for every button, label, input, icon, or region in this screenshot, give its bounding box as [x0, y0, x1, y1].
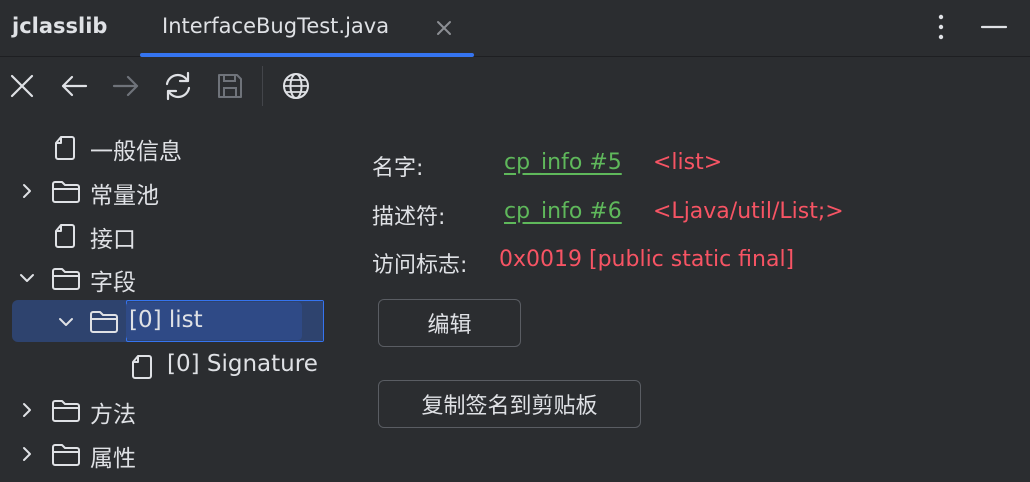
- chevron-down-icon[interactable]: [57, 313, 75, 331]
- save-icon[interactable]: [214, 70, 246, 102]
- tab-label: InterfaceBugTest.java: [162, 14, 390, 38]
- tree-item-label: [0] list: [129, 307, 203, 333]
- tree-item-constant-pool[interactable]: 常量池: [0, 171, 330, 211]
- name-value: <list>: [653, 150, 723, 175]
- tab-active-indicator: [140, 53, 474, 57]
- tree-item-label: 字段: [90, 270, 136, 296]
- folder-icon: [52, 181, 80, 203]
- tree-item-fields[interactable]: 字段: [0, 258, 330, 298]
- minimize-icon[interactable]: [980, 16, 1008, 38]
- chevron-right-icon[interactable]: [18, 401, 36, 419]
- chevron-down-icon[interactable]: [18, 269, 36, 287]
- access-flags-label: 访问标志:: [372, 253, 468, 278]
- tree-item-label: 属性: [90, 446, 136, 472]
- copy-signature-button[interactable]: 复制签名到剪贴板: [378, 380, 641, 428]
- folder-icon: [52, 444, 80, 466]
- folder-icon: [90, 311, 118, 333]
- folder-icon: [52, 268, 80, 290]
- tree-item-interfaces[interactable]: 接口: [0, 215, 330, 255]
- file-icon: [132, 355, 152, 379]
- title-bar: jclasslib InterfaceBugTest.java: [0, 0, 1030, 57]
- jclasslib-window: jclasslib InterfaceBugTest.java 一般信息 常量池…: [0, 0, 1030, 482]
- tree-item-attributes[interactable]: 属性: [0, 434, 330, 474]
- back-arrow-icon[interactable]: [58, 70, 90, 102]
- tree-item-label: 接口: [90, 227, 136, 253]
- tree-item-field-list[interactable]: [0] list: [0, 302, 330, 342]
- toolbar-separator: [262, 66, 263, 106]
- file-icon: [55, 136, 75, 160]
- descriptor-cp-info-link[interactable]: cp_info #6: [504, 199, 622, 224]
- tree-item-label: [0] Signature: [167, 351, 318, 377]
- tree-item-methods[interactable]: 方法: [0, 390, 330, 430]
- file-icon: [55, 224, 75, 248]
- chevron-right-icon[interactable]: [18, 445, 36, 463]
- close-icon[interactable]: [6, 70, 38, 102]
- globe-icon[interactable]: [280, 70, 312, 102]
- descriptor-label: 描述符:: [372, 205, 446, 230]
- tree-item-label: 一般信息: [90, 139, 182, 165]
- tree-item-signature[interactable]: [0] Signature: [0, 346, 330, 386]
- app-title: jclasslib: [12, 14, 108, 38]
- access-flags-value: 0x0019 [public static final]: [499, 247, 795, 272]
- more-options-icon[interactable]: [931, 13, 951, 41]
- folder-icon: [52, 400, 80, 422]
- refresh-icon[interactable]: [162, 70, 194, 102]
- tab-interfacebugtest[interactable]: InterfaceBugTest.java: [140, 0, 474, 57]
- tree-item-general-info[interactable]: 一般信息: [0, 127, 330, 167]
- name-label: 名字:: [372, 156, 424, 181]
- descriptor-value: <Ljava/util/List;>: [653, 199, 844, 224]
- forward-arrow-icon[interactable]: [110, 70, 142, 102]
- chevron-right-icon[interactable]: [18, 182, 36, 200]
- tree-item-label: 常量池: [90, 183, 159, 209]
- name-cp-info-link[interactable]: cp_info #5: [504, 150, 622, 175]
- edit-button[interactable]: 编辑: [378, 299, 521, 347]
- tree-item-label: 方法: [90, 402, 136, 428]
- close-icon[interactable]: [434, 18, 454, 38]
